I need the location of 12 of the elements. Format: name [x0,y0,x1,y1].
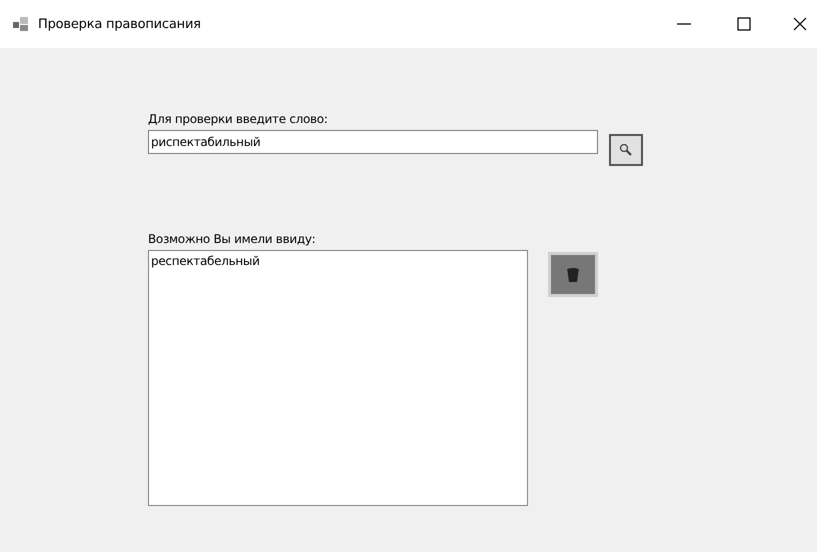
field-label: Для проверки введите слово: [148,112,328,126]
list-item[interactable]: респектабельный [150,253,526,269]
search-button[interactable] [609,134,643,166]
delete-button[interactable] [548,252,598,297]
app-icon [13,16,29,32]
close-icon[interactable] [793,17,807,31]
maximize-icon[interactable] [737,17,751,31]
list-label: Возможно Вы имели ввиду: [148,232,316,246]
word-input-field[interactable]: риспектабильный [148,130,598,154]
trash-icon [566,266,580,282]
window-title: Проверка правописания [38,16,201,32]
search-icon [619,143,633,157]
